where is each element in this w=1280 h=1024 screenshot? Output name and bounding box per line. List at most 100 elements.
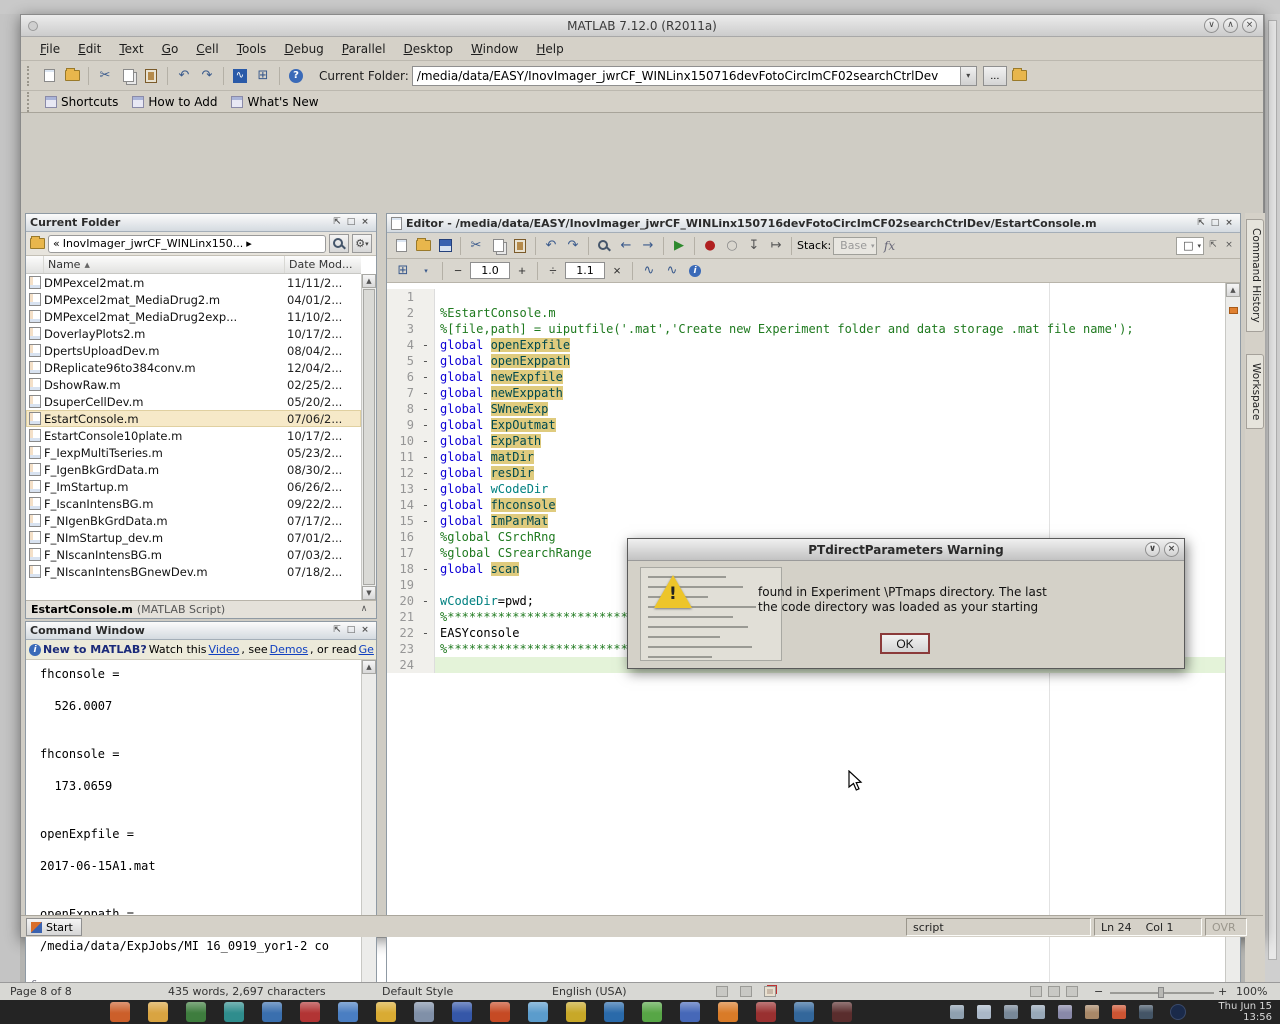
name-column-header[interactable]: Name▲	[44, 256, 285, 273]
menu-parallel[interactable]: Parallel	[333, 40, 395, 58]
insert-cell-icon[interactable]: ⊞	[393, 261, 413, 281]
taskbar-clock[interactable]: Thu Jun 15 13:56	[1196, 1001, 1272, 1023]
tray-icon-7[interactable]	[1112, 1005, 1126, 1019]
launcher-icon-10[interactable]	[452, 1002, 472, 1022]
launcher-icon-19[interactable]	[794, 1002, 814, 1022]
launcher-icon-1[interactable]	[110, 1002, 130, 1022]
launcher-icon-6[interactable]	[300, 1002, 320, 1022]
code-line[interactable]: 15-global ImParMat	[387, 513, 1225, 529]
step-icon[interactable]: ↧	[744, 236, 764, 256]
multiply-step-input[interactable]	[565, 262, 605, 279]
redo-icon[interactable]: ↷	[197, 66, 217, 86]
file-row[interactable]: F_NImStartup_dev.m07/01/2...	[26, 529, 361, 546]
editor-scrollbar[interactable]: ▲ ▼	[1225, 283, 1240, 1014]
search-button[interactable]	[329, 234, 349, 253]
open-folder-icon[interactable]	[62, 66, 82, 86]
guide-icon[interactable]: ⊞	[253, 66, 273, 86]
side-tab-command-history[interactable]: Command History	[1246, 219, 1264, 332]
single-page-view-icon[interactable]	[1030, 986, 1042, 997]
zoom-out-icon[interactable]: −	[1094, 985, 1103, 998]
divide-button[interactable]: ÷	[544, 262, 562, 280]
launcher-icon-13[interactable]	[566, 1002, 586, 1022]
language-status[interactable]: English (USA)	[552, 985, 627, 998]
scroll-up-icon[interactable]: ▲	[362, 274, 376, 288]
document-scrollbar[interactable]	[1264, 14, 1280, 982]
editor-title-bar[interactable]: Editor - /media/data/EASY/InovImager_jwr…	[387, 214, 1240, 233]
layout-combo[interactable]: □▾	[1176, 237, 1204, 255]
launcher-icon-15[interactable]	[642, 1002, 662, 1022]
menu-cell[interactable]: Cell	[187, 40, 227, 58]
file-row[interactable]: EstartConsole.m07/06/2...	[26, 410, 361, 427]
code-line[interactable]: 11-global matDir	[387, 449, 1225, 465]
close-icon[interactable]: ×	[1222, 217, 1236, 230]
book-view-icon[interactable]	[1066, 986, 1078, 997]
scroll-up-icon[interactable]: ▲	[362, 660, 376, 674]
paste-icon[interactable]	[141, 66, 161, 86]
file-row[interactable]: F_NIscanIntensBG.m07/03/2...	[26, 546, 361, 563]
code-line[interactable]: 1	[387, 289, 1225, 305]
scroll-up-icon[interactable]: ▲	[1226, 283, 1240, 297]
breadcrumb[interactable]: InovImager_jwrCF_WINLinx150...	[63, 237, 244, 250]
ok-button[interactable]: OK	[880, 633, 930, 654]
code-line[interactable]: 4-global openExpfile	[387, 337, 1225, 353]
selection-mode-icon[interactable]	[716, 986, 728, 997]
tray-icon-6[interactable]	[1085, 1005, 1099, 1019]
cut-icon[interactable]: ✂	[466, 236, 486, 256]
breadcrumb-collapse-icon[interactable]: «	[53, 237, 60, 250]
code-line[interactable]: 5-global openExppath	[387, 353, 1225, 369]
code-line[interactable]: 12-global resDir	[387, 465, 1225, 481]
menu-text[interactable]: Text	[110, 40, 152, 58]
undo-icon[interactable]: ↶	[174, 66, 194, 86]
menu-debug[interactable]: Debug	[275, 40, 332, 58]
command-window-scrollbar[interactable]: ▲ ▼	[361, 660, 376, 996]
maximize-icon[interactable]: □	[344, 216, 358, 229]
file-row[interactable]: EstartConsole10plate.m10/17/2...	[26, 427, 361, 444]
file-row[interactable]: DshowRaw.m02/25/2...	[26, 376, 361, 393]
cell-options-dropdown-icon[interactable]: ▾	[416, 261, 436, 281]
new-file-icon[interactable]	[391, 236, 411, 256]
file-row[interactable]: DMPexcel2mat_MediaDrug2.m04/01/2...	[26, 291, 361, 308]
undock-icon[interactable]: ⇱	[330, 624, 344, 637]
code-line[interactable]: 8-global SWnewExp	[387, 401, 1225, 417]
increment-button[interactable]: +	[513, 262, 531, 280]
code-line[interactable]: 13-global wCodeDir	[387, 481, 1225, 497]
code-line[interactable]: 10-global ExpPath	[387, 433, 1225, 449]
file-row[interactable]: F_NIscanIntensBGnewDev.m07/18/2...	[26, 563, 361, 580]
code-line[interactable]: 6-global newExpfile	[387, 369, 1225, 385]
menu-go[interactable]: Go	[153, 40, 188, 58]
launcher-icon-18[interactable]	[756, 1002, 776, 1022]
launcher-icon-11[interactable]	[490, 1002, 510, 1022]
cut-icon[interactable]: ✂	[95, 66, 115, 86]
copy-icon[interactable]	[488, 236, 508, 256]
page-count-status[interactable]: Page 8 of 8	[10, 985, 72, 998]
eval-advance-icon[interactable]: ∿	[662, 261, 682, 281]
editor-undock-icon[interactable]: ⇱	[1206, 239, 1220, 252]
command-window-title-bar[interactable]: Command Window ⇱ □ ×	[26, 622, 376, 640]
address-field[interactable]: « InovImager_jwrCF_WINLinx150... ▸	[48, 235, 326, 253]
tray-icon-4[interactable]	[1031, 1005, 1045, 1019]
current-folder-dropdown-icon[interactable]: ▾	[960, 67, 976, 85]
launcher-icon-16[interactable]	[680, 1002, 700, 1022]
fx-find-icon[interactable]: fx	[879, 236, 899, 256]
word-count-status[interactable]: 435 words, 2,697 characters	[168, 985, 326, 998]
file-list-scrollbar[interactable]: ▲ ▼	[361, 274, 376, 600]
eval-cell-icon[interactable]: ∿	[639, 261, 659, 281]
document-scrollbar-track[interactable]	[1268, 20, 1277, 960]
file-row[interactable]: DMPexcel2mat.m11/11/2...	[26, 274, 361, 291]
tray-icon-5[interactable]	[1058, 1005, 1072, 1019]
launcher-icon-20[interactable]	[832, 1002, 852, 1022]
window-titlebar[interactable]: MATLAB 7.12.0 (R2011a) ∨ ∧ ×	[21, 15, 1263, 37]
cell-info-icon[interactable]: i	[685, 261, 705, 281]
up-folder-icon[interactable]	[1010, 66, 1030, 86]
go-back-icon[interactable]: ←	[616, 236, 636, 256]
file-detail-bar[interactable]: EstartConsole.m (MATLAB Script) ∧	[26, 600, 376, 618]
shortcut-shortcuts[interactable]: Shortcuts	[40, 95, 123, 109]
window-maximize-button[interactable]: ∧	[1223, 18, 1238, 33]
launcher-icon-17[interactable]	[718, 1002, 738, 1022]
tray-icon-2[interactable]	[977, 1005, 991, 1019]
tray-icon-3[interactable]	[1004, 1005, 1018, 1019]
page-style-status[interactable]: Default Style	[382, 985, 453, 998]
launcher-icon-2[interactable]	[148, 1002, 168, 1022]
decrement-button[interactable]: −	[449, 262, 467, 280]
dialog-title-bar[interactable]: PTdirectParameters Warning ∨ ×	[628, 539, 1184, 561]
